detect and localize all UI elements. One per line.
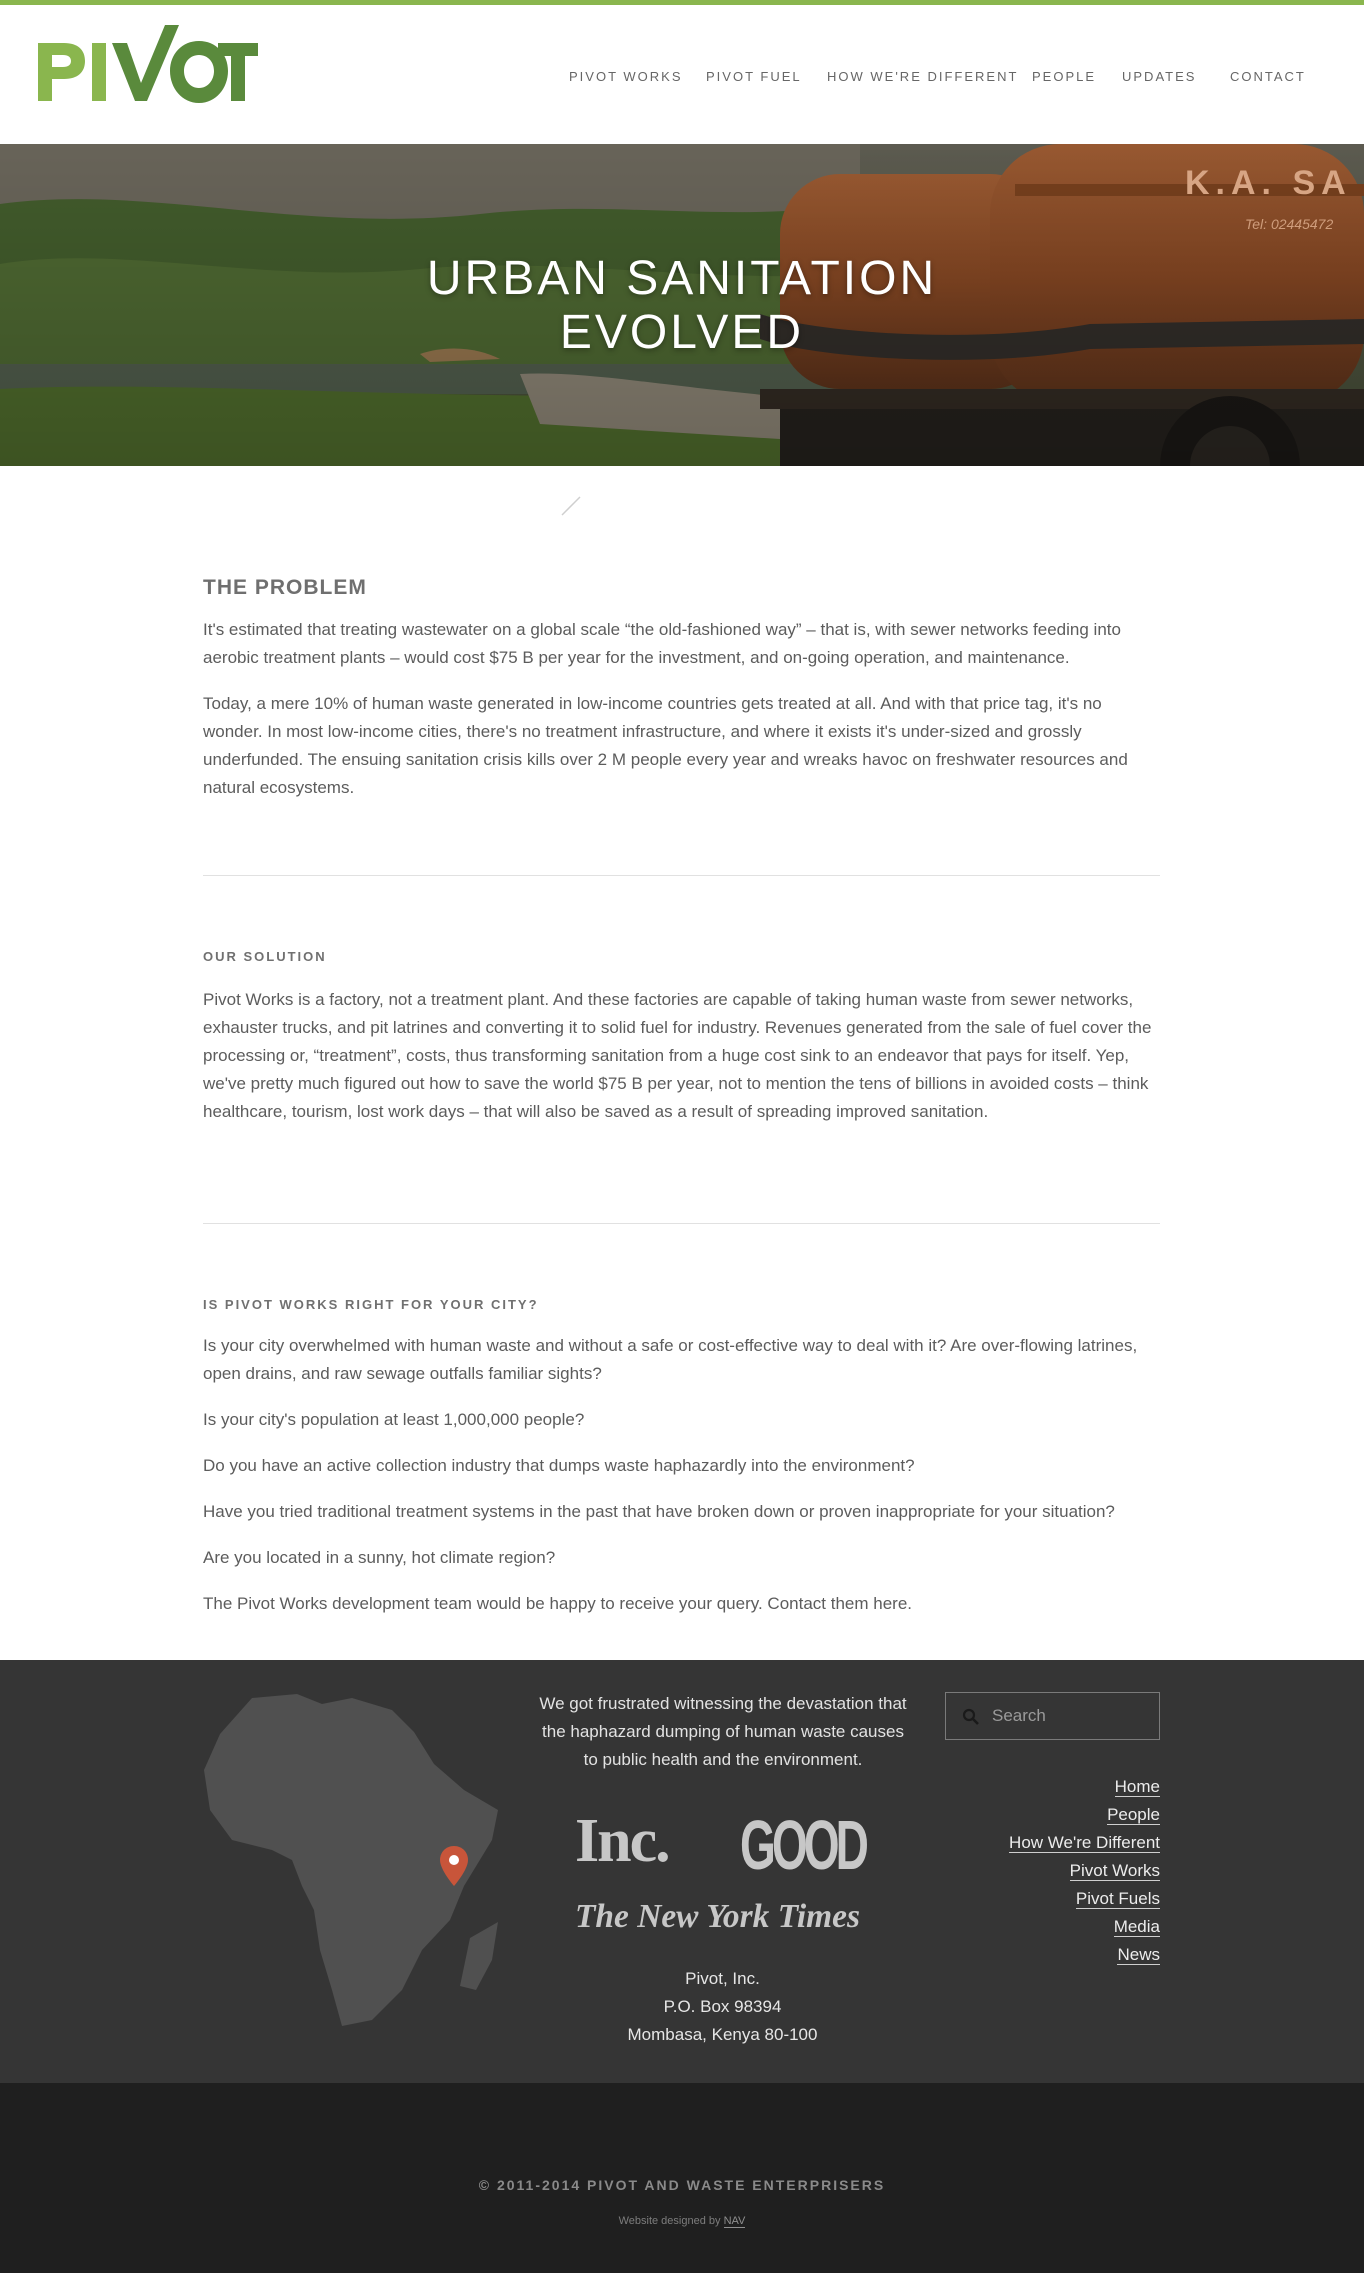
pivot-logo[interactable]: [36, 25, 260, 105]
address-line-2: P.O. Box 98394: [663, 1997, 782, 2016]
solution-heading: OUR SOLUTION: [203, 949, 327, 964]
city-question-1: Is your city overwhelmed with human wast…: [203, 1336, 1138, 1383]
postal-address: Pivot, Inc. P.O. Box 98394 Mombasa, Keny…: [580, 1965, 865, 2049]
footer-link-pivot-works[interactable]: Pivot Works: [945, 1857, 1160, 1885]
problem-paragraph-1: It's estimated that treating wastewater …: [203, 620, 1121, 667]
problem-paragraph-2: Today, a mere 10% of human waste generat…: [203, 694, 1128, 797]
solution-paragraph: Pivot Works is a factory, not a treatmen…: [203, 990, 1152, 1121]
site-footer: We got frustrated witnessing the devasta…: [0, 1660, 1364, 2083]
footer-link-how-were-different[interactable]: How We're Different: [945, 1829, 1160, 1857]
footer-link-news[interactable]: News: [945, 1941, 1160, 1969]
city-section: IS PIVOT WORKS RIGHT FOR YOUR CITY? Is y…: [203, 1297, 1160, 1618]
nav-contact[interactable]: CONTACT: [1230, 69, 1306, 84]
divider-slash-icon: [561, 496, 581, 516]
bottom-bar: © 2011-2014 PIVOT AND WASTE ENTERPRISERS…: [0, 2083, 1364, 2273]
footer-links: Home People How We're Different Pivot Wo…: [945, 1773, 1160, 1969]
footer-link-home[interactable]: Home: [945, 1773, 1160, 1801]
footer-link-pivot-fuels[interactable]: Pivot Fuels: [945, 1885, 1160, 1913]
africa-map-icon: [204, 1694, 498, 2026]
address-line-3: Mombasa, Kenya 80-100: [627, 2025, 818, 2044]
footer-search: [945, 1692, 1160, 1740]
address-line-1: Pivot, Inc.: [685, 1969, 760, 1988]
nav-how-were-different[interactable]: HOW WE'RE DIFFERENT: [827, 69, 1018, 84]
solution-section: OUR SOLUTION Pivot Works is a factory, n…: [203, 949, 1160, 1126]
hero-title: URBAN SANITATION EVOLVED: [332, 252, 1032, 360]
city-question-3: Do you have an active collection industr…: [203, 1456, 915, 1475]
problem-section: THE PROBLEM It's estimated that treating…: [203, 576, 1160, 802]
hero-banner: K.A. SA Tel: 02445472 URBAN SANITATION E…: [0, 144, 1364, 466]
footer-link-media[interactable]: Media: [945, 1913, 1160, 1941]
hero-title-line1: URBAN SANITATION: [426, 252, 938, 305]
nyt-logo: The New York Times: [575, 1898, 860, 1935]
section-divider: [203, 1223, 1160, 1224]
footer-quote: We got frustrated witnessing the devasta…: [539, 1694, 907, 1769]
designed-by-prefix: Website designed by: [618, 2215, 721, 2227]
search-input[interactable]: [992, 1701, 1152, 1731]
nav-pivot-works[interactable]: PIVOT WORKS: [569, 69, 683, 84]
main-nav: PIVOT WORKS PIVOT FUEL HOW WE'RE DIFFERE…: [0, 69, 1364, 89]
city-contact-cta: The Pivot Works development team would b…: [203, 1594, 913, 1613]
nav-people[interactable]: PEOPLE: [1032, 69, 1096, 84]
footer-link-people[interactable]: People: [945, 1801, 1160, 1829]
truck-text: K.A. SA: [1185, 164, 1352, 202]
nav-pivot-fuel[interactable]: PIVOT FUEL: [706, 69, 802, 84]
truck-tel: Tel: 02445472: [1245, 216, 1333, 232]
good-logo: GOOD: [740, 1806, 867, 1884]
press-logos: Inc. GOOD The New York Times: [575, 1806, 870, 1935]
inc-logo: Inc.: [575, 1807, 669, 1875]
city-question-4: Have you tried traditional treatment sys…: [203, 1502, 1115, 1521]
city-question-2: Is your city's population at least 1,000…: [203, 1410, 585, 1429]
pivot-logo-mark: [38, 25, 258, 103]
city-heading: IS PIVOT WORKS RIGHT FOR YOUR CITY?: [203, 1297, 539, 1312]
hero-title-line2: EVOLVED: [559, 306, 805, 359]
copyright-text: © 2011-2014 PIVOT AND WASTE ENTERPRISERS: [478, 2177, 886, 2193]
problem-heading: THE PROBLEM: [203, 576, 367, 599]
designed-by: Website designed by NAV: [0, 2215, 1364, 2228]
nav-updates[interactable]: UPDATES: [1122, 69, 1196, 84]
site-header: PIVOT WORKS PIVOT FUEL HOW WE'RE DIFFERE…: [0, 5, 1364, 144]
designer-link[interactable]: NAV: [723, 2215, 746, 2228]
search-icon: [962, 1708, 979, 1725]
section-divider: [203, 875, 1160, 876]
city-question-5: Are you located in a sunny, hot climate …: [203, 1548, 556, 1567]
